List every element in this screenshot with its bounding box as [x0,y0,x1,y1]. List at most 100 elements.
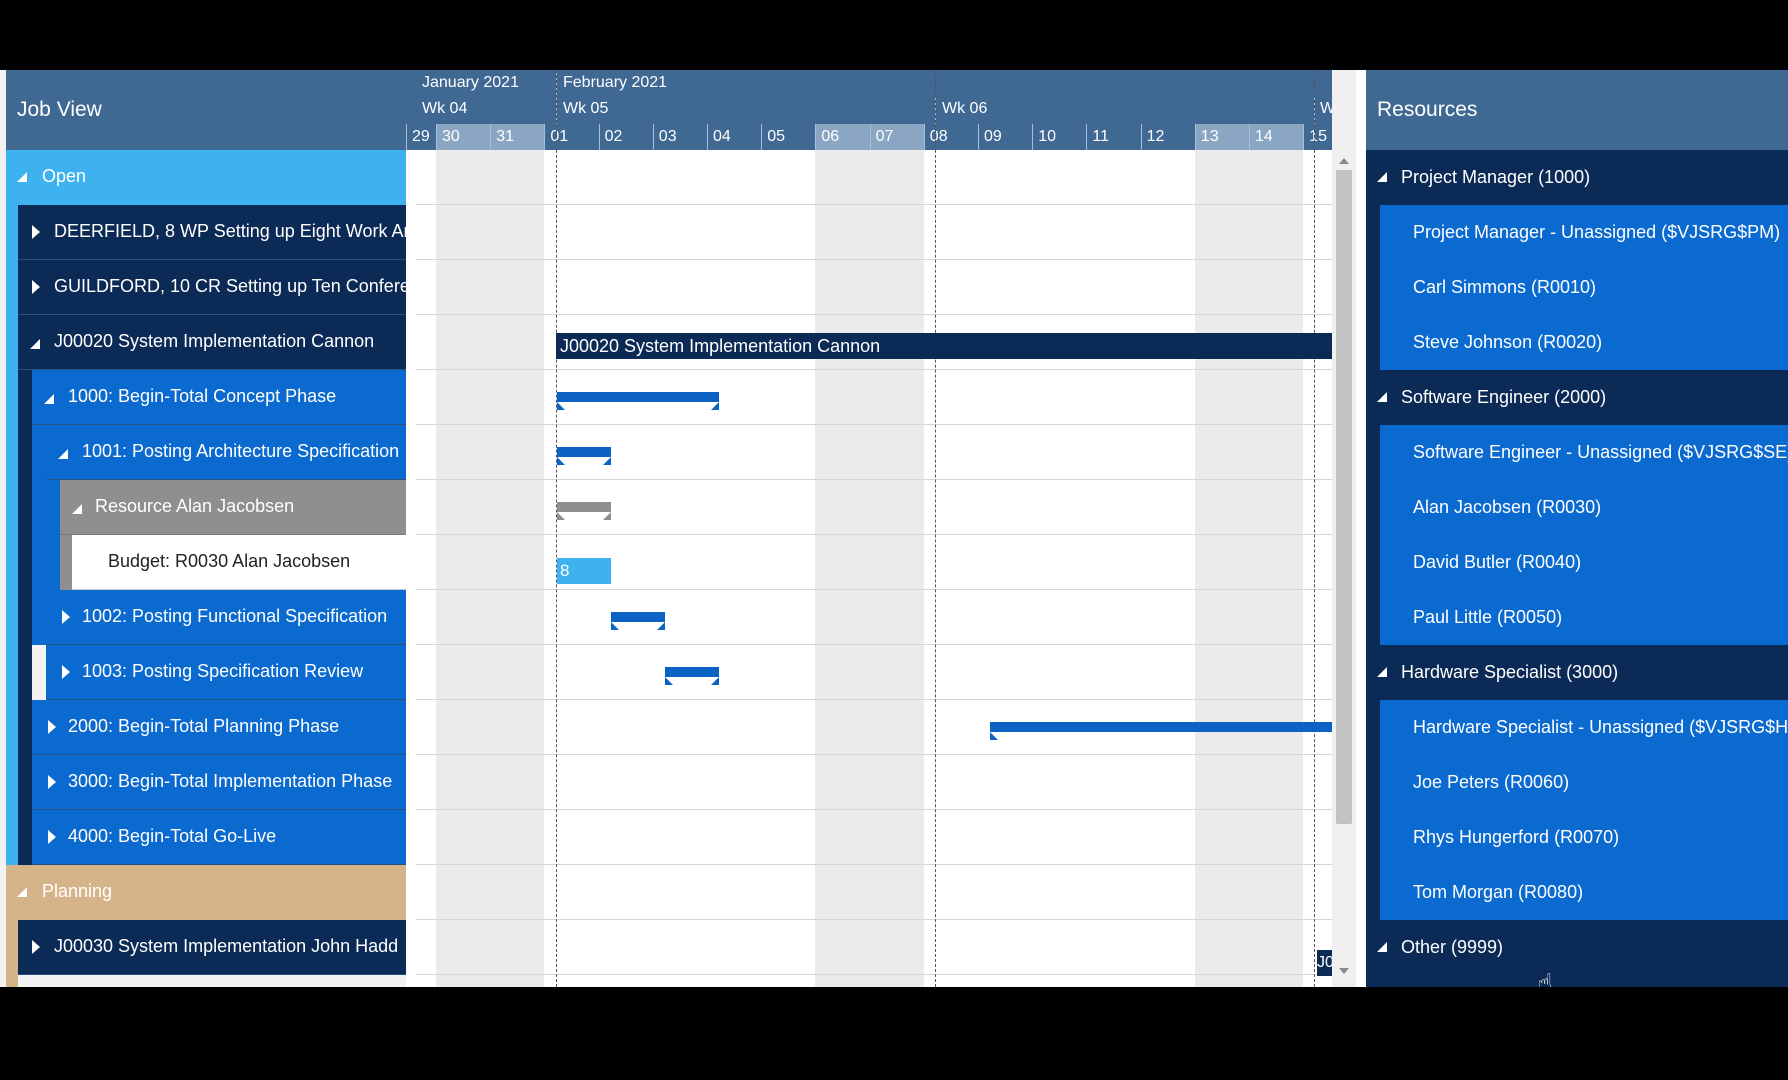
phase-bar-2000[interactable] [990,722,1332,740]
tree-row-j00030[interactable]: J00030 System Implementation John Hadd [18,920,406,975]
row-gridline [416,589,1332,590]
weekend-column [815,150,870,987]
phase-rail [32,425,46,645]
weekend-column [490,150,545,987]
resource-group[interactable]: Hardware Specialist (3000) [1366,645,1788,701]
collapse-arrow-icon[interactable] [1377,392,1387,402]
phase-bar-1000[interactable] [557,392,719,410]
tree-group-planning[interactable]: Planning [6,865,406,920]
expand-arrow-icon[interactable] [48,720,56,734]
row-gridline [416,809,1332,810]
day-cell: 12 [1140,124,1195,150]
tree-row-label: Planning [42,881,113,901]
row-gridline [416,644,1332,645]
expand-arrow-icon[interactable] [62,665,70,679]
resource-group[interactable]: Project Manager (1000) [1366,150,1788,206]
resource-item[interactable]: Paul Little (R0050) [1380,590,1788,646]
resources-title: Resources [1377,98,1478,121]
expand-arrow-icon[interactable] [32,225,40,239]
scroll-up-icon[interactable] [1339,158,1349,164]
tree-row-label: GUILDFORD, 10 CR Setting up Ten Confere [54,276,406,296]
resource-item[interactable]: Project Manager - Unassigned ($VJSRG$PM) [1380,205,1788,261]
scrollbar-thumb[interactable] [1336,170,1352,824]
resource-item[interactable]: Joe Peters (R0060) [1380,755,1788,811]
tree-row-label: 1000: Begin-Total Concept Phase [68,386,337,406]
resource-item[interactable]: Carl Simmons (R0010) [1380,260,1788,316]
expand-arrow-icon[interactable] [48,775,56,789]
row-gridline [416,259,1332,260]
day-cell: 13 [1194,124,1249,150]
expand-arrow-icon[interactable] [48,830,56,844]
tree-row-2000[interactable]: 2000: Begin-Total Planning Phase [32,700,406,755]
expand-arrow-icon[interactable] [62,610,70,624]
tree-row-deerfield[interactable]: DEERFIELD, 8 WP Setting up Eight Work Ar [18,205,406,260]
tree-row-j00020[interactable]: J00020 System Implementation Cannon [18,315,406,370]
day-cell: 15 [1303,124,1332,150]
day-cell: 09 [978,124,1032,150]
collapse-arrow-icon[interactable] [30,339,40,349]
resource-item[interactable]: Alan Jacobsen (R0030) [1380,480,1788,536]
collapse-arrow-icon[interactable] [1377,667,1387,677]
tree-group-open[interactable]: Open [6,150,406,205]
day-cell: 02 [598,124,653,150]
tree-row-1003[interactable]: 1003: Posting Specification Review [46,645,406,700]
resource-group[interactable]: Software Engineer (2000) [1366,370,1788,426]
timeline-header: January 2021 February 2021 Wk 04 Wk 05 W… [406,70,1332,150]
expand-arrow-icon[interactable] [32,940,40,954]
budget-bar[interactable]: 8 [557,558,611,584]
gantt-chart[interactable]: January 2021 February 2021 Wk 04 Wk 05 W… [406,70,1332,987]
row-gridline [416,204,1332,205]
tree-row-3000[interactable]: 3000: Begin-Total Implementation Phase [32,755,406,810]
resource-item[interactable]: Rhys Hungerford (R0070) [1380,810,1788,866]
tree-row-1001[interactable]: 1001: Posting Architecture Specification [46,425,406,480]
month-label: February 2021 [563,74,668,91]
expand-arrow-icon[interactable] [32,280,40,294]
week-label: W [1320,100,1332,117]
tree-row-1000[interactable]: 1000: Begin-Total Concept Phase [32,370,406,425]
collapse-arrow-icon[interactable] [17,172,27,182]
day-cell: 31 [490,124,545,150]
job-bar-j00020[interactable]: J00020 System Implementation Cannon [556,333,1332,359]
vertical-scrollbar[interactable] [1332,70,1356,987]
task-bar-1002[interactable] [611,612,665,630]
tree-row-1002[interactable]: 1002: Posting Functional Specification [46,590,406,645]
job-bar-j00030[interactable]: J0 [1317,950,1332,976]
collapse-arrow-icon[interactable] [17,887,27,897]
tree-row-guildford[interactable]: GUILDFORD, 10 CR Setting up Ten Confere [18,260,406,315]
hand-cursor-icon: ☝ [1537,968,1553,987]
tree-row-budget[interactable]: Budget: R0030 Alan Jacobsen [72,535,406,590]
resource-item[interactable]: Software Engineer - Unassigned ($VJSRG$S… [1380,425,1788,481]
tree-row-label: DEERFIELD, 8 WP Setting up Eight Work Ar [54,221,406,241]
collapse-arrow-icon[interactable] [1377,942,1387,952]
resource-item[interactable]: Steve Johnson (R0020) [1380,315,1788,371]
day-cell: 03 [652,124,707,150]
resource-bar-alan[interactable] [557,502,611,520]
collapse-arrow-icon[interactable] [1377,172,1387,182]
tree-row-label: 1002: Posting Functional Specification [82,606,388,626]
day-cell: 05 [761,124,815,150]
row-gridline [416,699,1332,700]
day-cell: 01 [544,124,598,150]
resource-group[interactable]: Other (9999) [1366,920,1788,976]
resources-panel: Resources Project Manager (1000) Project … [1366,70,1788,987]
scroll-down-icon[interactable] [1339,968,1349,974]
tree-row-label: J00020 System Implementation Cannon [54,331,375,351]
row-gridline [416,314,1332,315]
collapse-arrow-icon[interactable] [44,394,54,404]
task-bar-1001[interactable] [557,447,611,465]
resource-item[interactable]: Hardware Specialist - Unassigned ($VJSRG… [1380,700,1788,756]
tree-row-4000[interactable]: 4000: Begin-Total Go-Live [32,810,406,865]
day-cell: 11 [1086,124,1140,150]
tree-row-label: 2000: Begin-Total Planning Phase [68,716,340,736]
week-boundary-line [556,70,557,987]
collapse-arrow-icon[interactable] [58,449,68,459]
job-rail-lower [18,700,32,865]
tree-row-resource-alan[interactable]: Resource Alan Jacobsen [60,480,406,535]
task-bar-1003[interactable] [665,667,719,685]
resource-label: Alan Jacobsen (R0030) [1413,497,1602,517]
resources-header: Resources [1366,70,1788,150]
week-label: Wk 05 [563,100,609,117]
collapse-arrow-icon[interactable] [72,504,82,514]
resource-item[interactable]: Tom Morgan (R0080) [1380,865,1788,921]
resource-item[interactable]: David Butler (R0040) [1380,535,1788,591]
